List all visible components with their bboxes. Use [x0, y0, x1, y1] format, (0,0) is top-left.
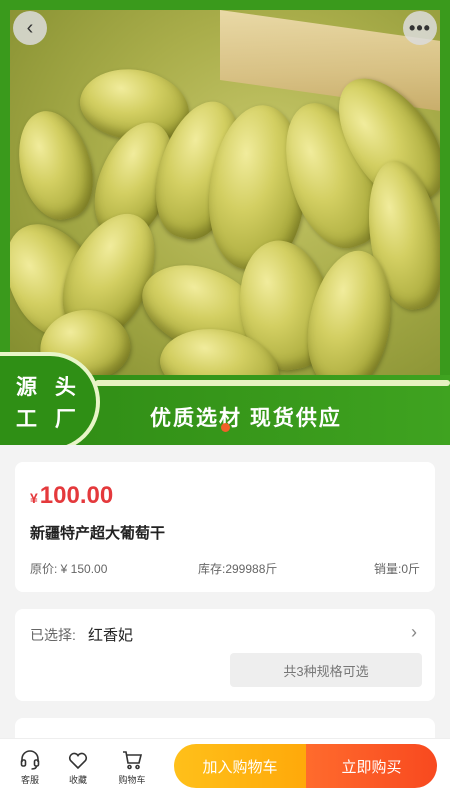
price-card: ¥100.00 新疆特产超大葡萄干 原价: ¥ 150.00 库存:299988… [15, 462, 435, 592]
carousel-indicator[interactable] [221, 423, 230, 432]
product-name: 新疆特产超大葡萄干 [30, 525, 166, 542]
banner-slogan: 优质选材 现货供应 [150, 407, 342, 430]
currency-symbol: ¥ [30, 490, 38, 506]
badge-text: 源 头 工 厂 [16, 376, 82, 431]
cart-button[interactable]: 购物车 [112, 749, 152, 786]
favorite-button[interactable]: 收藏 [58, 749, 98, 786]
original-price: 原价: ¥ 150.00 [30, 562, 108, 576]
product-photo [10, 10, 440, 390]
customer-service-button[interactable]: 客服 [10, 749, 50, 786]
cart-label: 购物车 [118, 775, 146, 785]
price-value: 100.00 [39, 482, 114, 509]
more-button[interactable]: ••• [403, 11, 437, 45]
chevron-right-icon: › [411, 622, 417, 642]
buy-now-button[interactable]: 立即购买 [306, 744, 437, 788]
favorite-label: 收藏 [68, 775, 87, 785]
spec-selector[interactable]: 已选择: 红香妃 › 共3种规格可选 [15, 609, 435, 701]
more-icon: ••• [409, 17, 431, 38]
heart-icon [68, 752, 88, 770]
headset-icon [20, 750, 40, 770]
sales-count: 销量:0斤 [373, 562, 420, 576]
shopping-cart-icon [123, 751, 143, 770]
chevron-left-icon: ‹ [26, 16, 34, 39]
product-image-carousel[interactable]: 源 头 工 厂 优质选材 现货供应 ‹ ••• [0, 0, 450, 445]
selected-spec: 红香妃 [88, 627, 134, 644]
back-button[interactable]: ‹ [13, 11, 47, 45]
product-price: ¥100.00 [30, 482, 113, 510]
spec-label: 已选择: [30, 627, 76, 643]
stock-count: 库存:299988斤 [198, 562, 278, 576]
spec-options-button[interactable]: 共3种规格可选 [230, 653, 422, 687]
service-label: 客服 [20, 775, 39, 785]
add-to-cart-button[interactable]: 加入购物车 [174, 744, 306, 788]
